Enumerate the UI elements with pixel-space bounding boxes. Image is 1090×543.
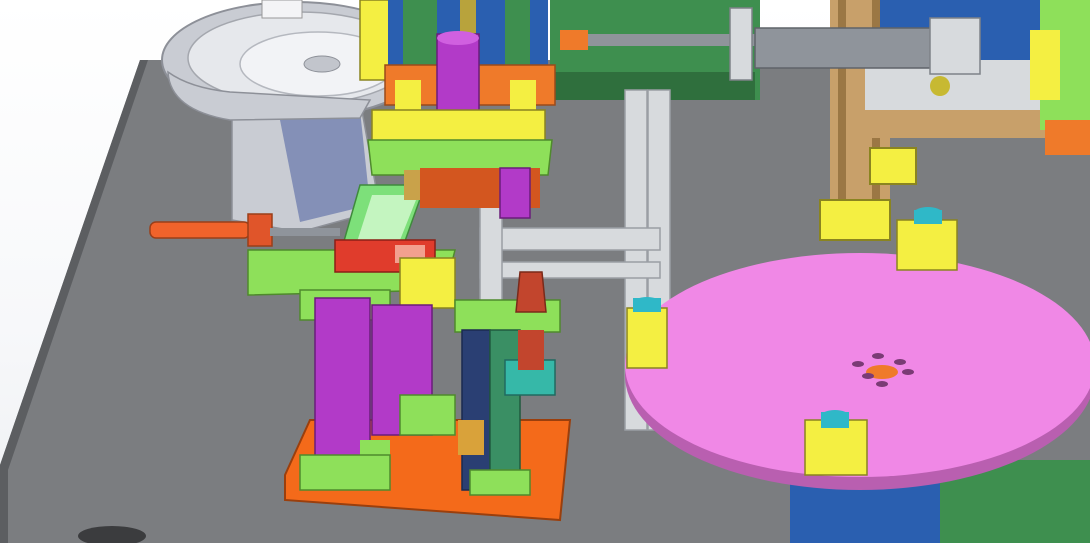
fixture-seat <box>804 410 868 476</box>
cad-viewport[interactable] <box>0 0 1090 543</box>
fixture-seat <box>626 297 668 369</box>
assembly-model[interactable] <box>0 0 1090 543</box>
